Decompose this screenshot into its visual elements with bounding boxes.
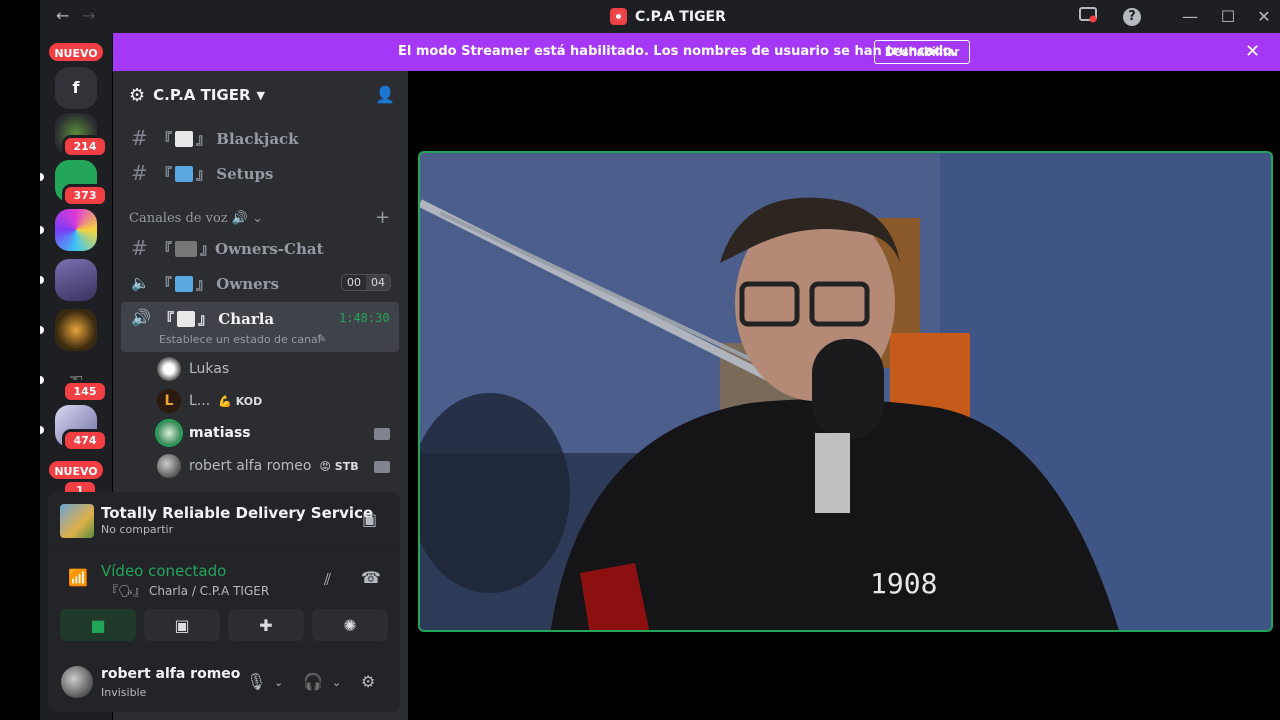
channel-name: 『』 Blackjack <box>157 129 299 148</box>
avatar <box>157 421 181 445</box>
channel-owners-chat[interactable]: # 『』Owners-Chat <box>121 232 399 264</box>
streamer-mode-banner: El modo Streamer está habilitado. Los no… <box>113 33 1280 71</box>
minimize-icon[interactable]: — <box>1180 7 1200 27</box>
speaker-active-icon: 🔊 <box>131 308 151 327</box>
mention-badge: 145 <box>62 380 108 403</box>
call-timer: 1:48:30 <box>339 311 390 325</box>
unread-pill <box>40 426 44 434</box>
back-arrow-icon[interactable]: ← <box>56 6 69 25</box>
avatar: L <box>157 389 181 413</box>
guild-header[interactable]: ⚙ C.P.A TIGER ▼ 👤 <box>113 71 408 119</box>
help-icon[interactable]: ? <box>1123 8 1141 26</box>
mention-badge: 214 <box>62 135 108 158</box>
new-badge: NUEVO <box>47 459 105 481</box>
channel-name: 『』 Charla <box>159 310 275 328</box>
my-username[interactable]: robert alfa romeo <box>101 666 240 682</box>
connection-signal-icon[interactable]: 📶 <box>68 568 88 587</box>
avatar[interactable] <box>61 666 93 698</box>
screen-share-button[interactable]: ▣ <box>144 609 220 641</box>
stream-game-icon[interactable]: ▣ <box>362 510 377 529</box>
disable-streamer-button[interactable]: Deshabilitar <box>874 40 971 64</box>
voice-user[interactable]: robert alfa romeo 😡 STB <box>157 452 359 480</box>
close-icon[interactable]: ✕ <box>1254 7 1274 27</box>
inbox-icon[interactable] <box>1078 7 1098 27</box>
svg-text:1908: 1908 <box>870 567 937 600</box>
titlebar: ← → C.P.A TIGER ? — ☐ ✕ <box>40 0 1280 33</box>
channel-setups[interactable]: # 『』 Setups <box>121 157 399 189</box>
clan-tag: 💪 KOD <box>218 394 263 408</box>
activity-row[interactable]: Totally Reliable Delivery Service No com… <box>48 492 400 550</box>
unread-pill <box>40 326 44 334</box>
channel-name: 『』 Owners <box>157 274 280 293</box>
noise-suppression-icon[interactable]: ⫽ <box>324 570 331 590</box>
server-f[interactable]: f <box>55 67 97 109</box>
thread-hash-icon: # <box>131 236 148 260</box>
activities-button[interactable]: ✚ <box>228 609 304 641</box>
server-sun[interactable] <box>55 309 97 351</box>
pencil-icon[interactable]: ✎ <box>317 332 326 345</box>
chevron-down-icon[interactable]: ⌄ <box>274 676 283 689</box>
chevron-down-icon: ▼ <box>256 88 266 102</box>
webcam-video-tile[interactable]: 1908 <box>418 151 1273 632</box>
unread-pill <box>40 376 44 384</box>
mention-badge: 474 <box>62 429 108 452</box>
unread-pill <box>40 226 44 234</box>
headphones-icon[interactable]: 🎧 <box>303 672 323 691</box>
channel-owners[interactable]: 🔈 『』 Owners 00 04 <box>121 267 399 299</box>
camera-icon <box>374 461 390 473</box>
channel-name: 『』 Setups <box>157 164 274 183</box>
webcam-feed: 1908 <box>420 153 1271 630</box>
voice-channel-location[interactable]: 『🗣』 Charla / C.P.A TIGER <box>106 582 269 599</box>
game-thumbnail <box>60 504 94 538</box>
voice-user-name: Lukas <box>189 361 230 377</box>
voice-user[interactable]: matiass <box>157 419 251 447</box>
maximize-icon[interactable]: ☐ <box>1218 7 1238 27</box>
hash-icon: # <box>131 161 148 185</box>
microphone-icon[interactable]: 🎙 <box>246 672 266 691</box>
voice-user-name: L... <box>189 393 211 409</box>
clan-tag: 😡 STB <box>319 459 359 473</box>
channel-status[interactable]: Establece un estado de canal <box>159 333 321 346</box>
window-title-text: C.P.A TIGER <box>635 8 726 25</box>
avatar <box>157 454 181 478</box>
add-channel-icon[interactable]: + <box>375 207 390 228</box>
disconnect-icon[interactable]: ☎ <box>361 568 381 587</box>
left-edge <box>0 0 40 720</box>
hash-icon: # <box>131 126 148 150</box>
server-purple[interactable] <box>55 259 97 301</box>
invite-icon[interactable]: 👤 <box>375 85 395 104</box>
settings-gear-icon[interactable]: ⚙ <box>361 672 375 691</box>
avatar <box>157 357 181 381</box>
voice-user[interactable]: L L... 💪 KOD <box>157 387 262 415</box>
user-count: 00 04 <box>341 274 391 291</box>
activity-title: Totally Reliable Delivery Service <box>101 504 374 522</box>
soundboard-button[interactable]: ✺ <box>312 609 388 641</box>
voice-user[interactable]: Lukas <box>157 355 229 383</box>
mention-badge: 373 <box>62 184 108 207</box>
guild-name: C.P.A TIGER <box>153 86 251 104</box>
forward-arrow-icon[interactable]: → <box>82 6 95 25</box>
my-status: Invisible <box>101 686 147 699</box>
server-colorful[interactable] <box>55 209 97 251</box>
close-banner-icon[interactable]: ✕ <box>1245 41 1260 62</box>
window-title: C.P.A TIGER <box>610 8 726 25</box>
activity-subtitle: No compartir <box>101 523 174 536</box>
new-badge: NUEVO <box>47 41 105 63</box>
voice-category-label[interactable]: Canales de voz 🔊 ⌄ <box>129 211 263 226</box>
voice-user-name: matiass <box>189 425 251 441</box>
channel-name: 『』Owners-Chat <box>157 239 324 258</box>
guild-settings-icon: ⚙ <box>129 84 146 106</box>
camera-toggle-button[interactable]: ■ <box>60 609 136 641</box>
user-panel: Totally Reliable Delivery Service No com… <box>48 492 400 712</box>
channel-charla[interactable]: 🔊 『』 Charla 1:48:30 Establece un estado … <box>121 302 399 352</box>
unread-pill <box>40 173 44 181</box>
speaker-icon: 🔈 <box>131 274 150 292</box>
voice-user-name: robert alfa romeo <box>189 458 312 474</box>
server-logo-icon <box>610 8 627 25</box>
channel-blackjack[interactable]: # 『』 Blackjack <box>121 122 399 154</box>
chevron-down-icon[interactable]: ⌄ <box>332 676 341 689</box>
video-connected-status[interactable]: Vídeo conectado <box>101 562 226 580</box>
unread-pill <box>40 276 44 284</box>
camera-icon <box>374 428 390 440</box>
